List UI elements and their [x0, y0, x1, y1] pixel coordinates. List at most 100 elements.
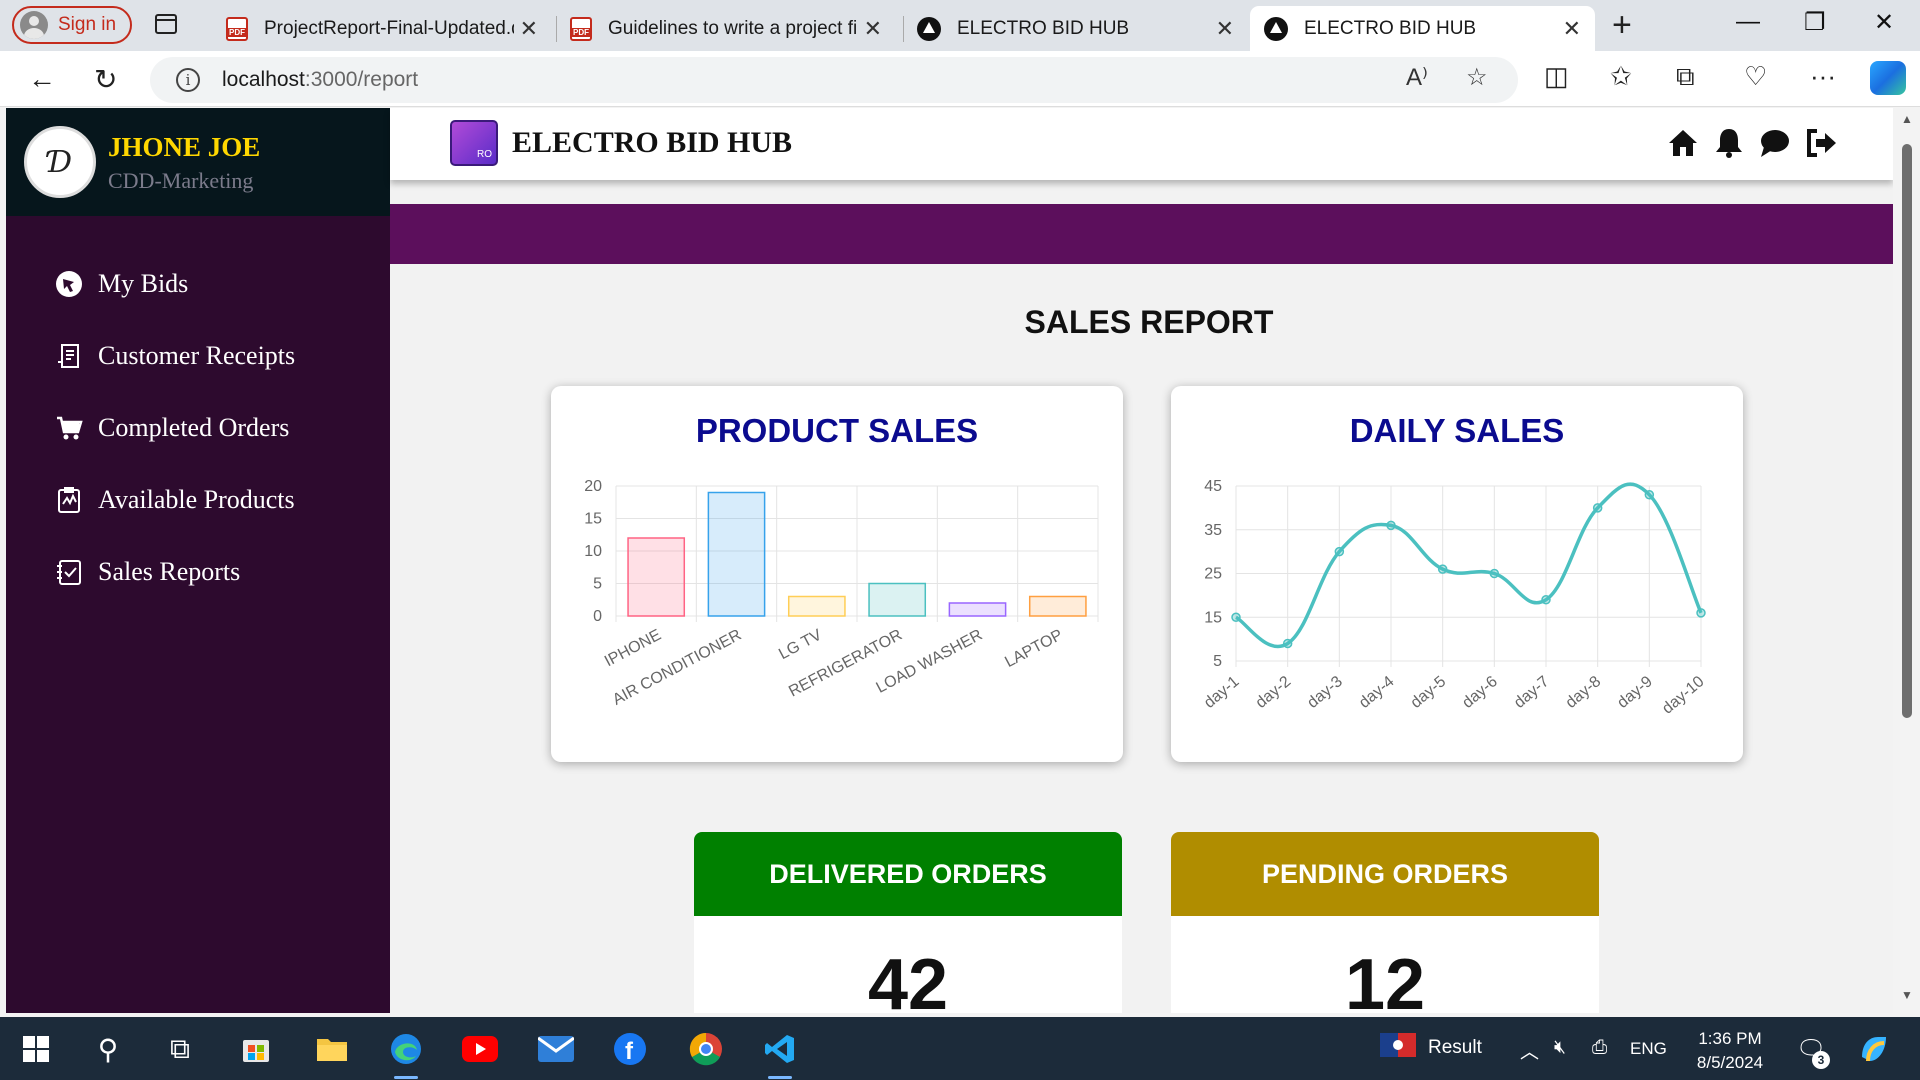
- pdf-icon: PDF: [570, 16, 592, 41]
- sidebar-item-customer-receipts[interactable]: Customer Receipts: [6, 320, 390, 392]
- windows-taskbar: ⚲ ⧉ f Result ︿ 🔇︎ ⎙ ENG 1:36 PM 8/5/2024…: [0, 1017, 1920, 1080]
- copilot-taskbar-icon[interactable]: [1854, 1029, 1894, 1069]
- pending-orders-header: PENDING ORDERS: [1171, 832, 1599, 916]
- data-point: [1334, 546, 1345, 557]
- sign-in-button[interactable]: Sign in: [12, 6, 132, 44]
- y-tick-label: 20: [584, 478, 602, 495]
- sidebar-item-my-bids[interactable]: My Bids: [6, 248, 390, 320]
- browser-tab-4-active[interactable]: ELECTRO BID HUB ✕: [1250, 6, 1595, 51]
- more-options-icon[interactable]: ···: [1810, 61, 1836, 92]
- close-tab-icon[interactable]: ✕: [520, 16, 538, 42]
- minimize-icon[interactable]: —: [1736, 8, 1760, 36]
- daily-sales-chart: 5 15 25 35 45 day-1 day-2 day-3 day-4 day-5 day-6 d…: [1201, 478, 1708, 718]
- top-header: RO ELECTRO BID HUB: [390, 108, 1893, 180]
- clock-date: 8/5/2024: [1696, 1053, 1764, 1072]
- back-icon[interactable]: ←: [28, 63, 56, 95]
- new-tab-icon[interactable]: +: [1612, 6, 1632, 45]
- restore-icon[interactable]: ❐: [1804, 8, 1826, 37]
- tab-title: ELECTRO BID HUB: [1304, 17, 1477, 39]
- close-window-icon[interactable]: ✕: [1874, 8, 1894, 37]
- x-tick-label: day-10: [1659, 673, 1707, 718]
- logo-text: RO: [477, 149, 492, 160]
- search-icon[interactable]: ⚲: [88, 1029, 128, 1069]
- x-tick-label: day-5: [1408, 673, 1450, 712]
- scroll-down-icon[interactable]: ▼: [1901, 988, 1913, 1002]
- url-input[interactable]: i localhost:3000/report: [150, 57, 1518, 103]
- task-view-icon[interactable]: ⧉: [160, 1029, 200, 1069]
- y-tick-label: 45: [1204, 478, 1222, 495]
- pending-orders-card: PENDING ORDERS 12: [1171, 832, 1599, 1013]
- youtube-icon[interactable]: [460, 1029, 500, 1069]
- weather-news-label[interactable]: Result: [1428, 1037, 1482, 1059]
- start-icon[interactable]: [16, 1029, 56, 1069]
- bell-icon[interactable]: [1712, 126, 1746, 160]
- close-tab-icon[interactable]: ✕: [1563, 16, 1581, 42]
- chat-icon[interactable]: [1758, 126, 1792, 160]
- site-info-icon[interactable]: i: [176, 68, 200, 92]
- clock[interactable]: 1:36 PM 8/5/2024: [1680, 1027, 1780, 1075]
- delivered-orders-card: DELIVERED ORDERS 42: [694, 832, 1122, 1013]
- browser-tab-1[interactable]: PDF ProjectReport-Final-Updated.docx ✕: [212, 6, 552, 51]
- data-point: [1231, 612, 1241, 622]
- receipt-icon: [54, 341, 84, 371]
- data-point: [1696, 608, 1706, 618]
- edge-icon[interactable]: [386, 1029, 426, 1079]
- language-indicator[interactable]: ENG: [1630, 1039, 1667, 1059]
- pending-orders-count: 12: [1344, 945, 1426, 1013]
- y-tick-label: 10: [584, 543, 602, 560]
- copilot-icon[interactable]: [1870, 61, 1906, 95]
- profile-avatar-icon: [20, 11, 48, 39]
- mail-icon[interactable]: [536, 1029, 576, 1069]
- svg-text:f: f: [625, 1038, 634, 1065]
- refresh-icon[interactable]: ↻: [94, 63, 117, 96]
- browser-tab-3[interactable]: ELECTRO BID HUB ✕: [903, 6, 1248, 51]
- brand-title: ELECTRO BID HUB: [512, 126, 793, 159]
- user-avatar[interactable]: Ɗ: [24, 126, 96, 198]
- home-icon[interactable]: [1666, 126, 1700, 160]
- collections-icon[interactable]: ⧉: [1676, 61, 1695, 93]
- scrollbar-thumb[interactable]: [1902, 144, 1912, 718]
- daily-sales-card: DAILY SALES 5 15 25 35 45 day-1 day-2 day-3 day-…: [1171, 386, 1743, 762]
- brand-logo[interactable]: RO: [450, 120, 498, 166]
- y-tick-label: 15: [584, 511, 602, 528]
- data-point: [1386, 520, 1396, 531]
- store-icon[interactable]: [236, 1029, 276, 1069]
- product-sales-chart: 05101520IPHONEAIR CONDITIONER LG TVREFRIG…: [584, 478, 1099, 709]
- sidebar: Ɗ JHONE JOE CDD-Marketing My Bids Custom…: [6, 108, 390, 1013]
- read-aloud-icon[interactable]: A⁾: [1406, 63, 1428, 92]
- tray-overflow-icon[interactable]: ︿: [1520, 1037, 1539, 1064]
- app-icon: [917, 16, 941, 41]
- x-tick-label: day-7: [1511, 673, 1553, 712]
- x-tick-label: day-8: [1563, 673, 1605, 712]
- file-explorer-icon[interactable]: [312, 1029, 352, 1069]
- facebook-icon[interactable]: f: [610, 1029, 650, 1069]
- weather-news-icon[interactable]: [1380, 1033, 1416, 1057]
- tab-title: ProjectReport-Final-Updated.docx: [264, 17, 514, 39]
- browser-tab-2[interactable]: PDF Guidelines to write a project final …: [556, 6, 896, 51]
- vscode-icon[interactable]: [760, 1029, 800, 1079]
- x-tick-label: day-6: [1459, 673, 1501, 712]
- sidebar-item-available-products[interactable]: Available Products: [6, 464, 390, 536]
- tab-title: ELECTRO BID HUB: [957, 17, 1130, 39]
- volume-muted-icon[interactable]: 🔇︎: [1554, 1037, 1566, 1059]
- page-scrollbar[interactable]: ▲ ▼: [1893, 108, 1920, 1013]
- report-main: SALES REPORT PRODUCT SALES 0 5 10 15 20 IPHON…: [390, 264, 1893, 1013]
- sidebar-item-sales-reports[interactable]: Sales Reports: [6, 536, 390, 608]
- close-tab-icon[interactable]: ✕: [1216, 16, 1234, 42]
- tab-actions-icon[interactable]: [155, 14, 177, 34]
- profile-name: JHONE JOE: [108, 132, 261, 162]
- chrome-icon[interactable]: [686, 1029, 726, 1069]
- sidebar-item-completed-orders[interactable]: Completed Orders: [6, 392, 390, 464]
- browser-essentials-icon[interactable]: ♡: [1744, 61, 1767, 92]
- device-icon[interactable]: ⎙: [1592, 1037, 1607, 1059]
- close-tab-icon[interactable]: ✕: [864, 16, 882, 42]
- data-point: [1282, 638, 1293, 649]
- favorites-icon[interactable]: ✩: [1610, 61, 1632, 92]
- x-tick-label: AIR CONDITIONER: [610, 627, 744, 709]
- favorite-star-icon[interactable]: ☆: [1466, 63, 1488, 92]
- logout-icon[interactable]: [1804, 126, 1838, 160]
- split-screen-icon[interactable]: ◫: [1544, 61, 1569, 92]
- bar: [1028, 595, 1087, 617]
- bar: [948, 602, 1007, 617]
- scroll-up-icon[interactable]: ▲: [1901, 112, 1913, 126]
